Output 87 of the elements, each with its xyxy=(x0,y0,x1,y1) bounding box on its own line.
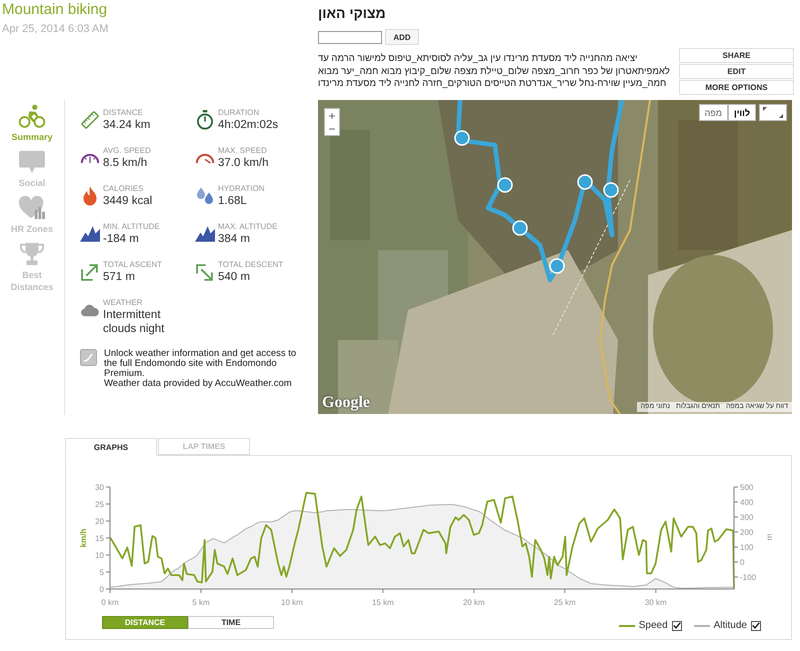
activity-date: Apr 25, 2014 6:03 AM xyxy=(2,22,110,36)
checkmark-icon xyxy=(672,622,681,629)
cyclist-icon xyxy=(18,104,46,128)
series-checkbox[interactable] xyxy=(672,620,682,630)
stat-label: DURATION xyxy=(218,108,260,118)
checkmark-icon xyxy=(752,622,760,629)
x-tick-label: 5 km xyxy=(192,598,210,607)
stat-label: AVG. SPEED xyxy=(103,146,151,156)
workout-description: יציאה מהחנייה ליד מסעדת מרינדו עין גב_עליה לסוסיתא_טיפוס למישור הרמה עד לאמפיתאטרון של כפר חרוב_מצפה שלום_טיילת מצפה שלום_קיבוץ מבוא חמה_יער מבוא חמה_מעיין שוירח-נחל שריר_אנדרטת הטייסים הטורקים_חזרה לחנייה ליד מסעדת מרינדו xyxy=(318,53,671,91)
legend-label: Altitude xyxy=(714,620,747,631)
arrow-up-right-icon xyxy=(81,264,99,280)
altitude-tick-label: 200 xyxy=(740,528,754,537)
y-tick-label: 5 xyxy=(100,568,104,577)
action-button[interactable]: MORE OPTIONS xyxy=(679,80,794,95)
x-tick-label: 0 km xyxy=(101,598,119,607)
map-provider-logo: Google xyxy=(322,394,370,412)
activity-title: Mountain biking xyxy=(2,1,108,19)
stat-value: 4h:02m:02s xyxy=(218,118,278,132)
arrow-down-right-icon xyxy=(196,264,214,280)
stat-label: TOTAL ASCENT xyxy=(103,260,162,270)
legend-line-icon xyxy=(694,624,710,626)
ruler-icon xyxy=(80,110,100,130)
legend-label: Speed xyxy=(638,620,668,631)
y-tick-label: 20 xyxy=(95,517,104,526)
stat-value: 540 m xyxy=(218,270,251,284)
x-tick-label: 30 km xyxy=(644,598,667,607)
x-tick-label: 15 km xyxy=(372,598,394,607)
heart-bars-icon xyxy=(18,196,46,220)
y-tick-label: 15 xyxy=(95,534,104,543)
stat-value: 1.68L xyxy=(218,194,248,208)
altitude-tick-label: 100 xyxy=(740,543,754,552)
premium-note: Unlock weather information and get access to the full Endomondo site with Endomondo Premium. xyxy=(104,349,298,379)
stat-label: HYDRATION xyxy=(218,184,265,194)
stat-label: TOTAL DESCENT xyxy=(218,260,284,270)
stat-label: DISTANCE xyxy=(103,108,144,118)
map-type-button[interactable]: לווין xyxy=(728,104,756,121)
stat-value: Intermittent clouds night xyxy=(103,308,166,336)
panel-tab[interactable]: GRAPHS xyxy=(65,438,157,456)
mountains-icon xyxy=(80,226,100,242)
y-tick-label: 30 xyxy=(95,483,104,492)
series-checkbox[interactable] xyxy=(751,620,761,630)
stat-label: MIN. ALTITUDE xyxy=(103,222,160,232)
tag-input-field[interactable] xyxy=(318,30,382,44)
legend-line-icon xyxy=(618,624,635,626)
gauge-icon xyxy=(195,152,215,164)
stat-label: CALORIES xyxy=(103,184,144,194)
action-button[interactable]: SHARE xyxy=(679,48,794,63)
map-corner-button[interactable] xyxy=(759,104,787,121)
speed-axis-title: km/h xyxy=(79,528,88,548)
x-tick-label: 10 km xyxy=(281,598,303,607)
stat-value: 384 m xyxy=(218,232,251,246)
gauge-icon xyxy=(80,152,100,164)
x-axis-mode-button[interactable]: TIME xyxy=(188,616,274,629)
altitude-tick-label: 500 xyxy=(740,483,754,492)
stat-value: 3449 kcal xyxy=(103,194,152,208)
stat-value: 8.5 km/h xyxy=(103,156,148,170)
altitude-tick-label: 300 xyxy=(740,513,754,522)
stat-label: MAX. ALTITUDE xyxy=(218,222,278,232)
weather-credit: Weather data provided by AccuWeather.com xyxy=(104,379,293,389)
corner-marks-icon xyxy=(763,107,783,118)
altitude-axis-title: m xyxy=(765,534,774,540)
stopwatch-icon xyxy=(195,110,215,130)
altitude-tick-label: 400 xyxy=(740,498,754,507)
altitude-tick-label: 0 xyxy=(740,558,744,567)
mountains-icon xyxy=(195,226,215,242)
workout-title: מצוקי האון xyxy=(318,4,386,22)
y-tick-label: 10 xyxy=(95,551,104,560)
stat-value: 37.0 km/h xyxy=(218,156,268,170)
x-tick-label: 25 km xyxy=(554,598,576,607)
stat-value: 34.24 km xyxy=(103,118,150,132)
flame-icon xyxy=(83,186,97,206)
map-type-button[interactable]: מפה xyxy=(698,104,728,121)
trophy-icon xyxy=(18,242,46,266)
speech-bubble-icon xyxy=(18,150,46,174)
y-tick-label: 25 xyxy=(95,500,104,509)
cloud-icon xyxy=(80,303,100,317)
stat-label: MAX. SPEED xyxy=(218,146,268,156)
y-tick-label: 0 xyxy=(100,585,104,594)
stat-value: -184 m xyxy=(103,232,140,246)
x-tick-label: 20 km xyxy=(462,598,485,607)
water-drops-icon xyxy=(196,187,214,205)
stat-value: 571 m xyxy=(103,270,136,284)
square-tile-icon xyxy=(80,349,97,366)
altitude-tick-label: -100 xyxy=(740,573,756,582)
action-button[interactable]: EDIT xyxy=(679,64,794,79)
stat-label: WEATHER xyxy=(103,298,144,308)
add-button[interactable]: ADD xyxy=(385,29,419,45)
